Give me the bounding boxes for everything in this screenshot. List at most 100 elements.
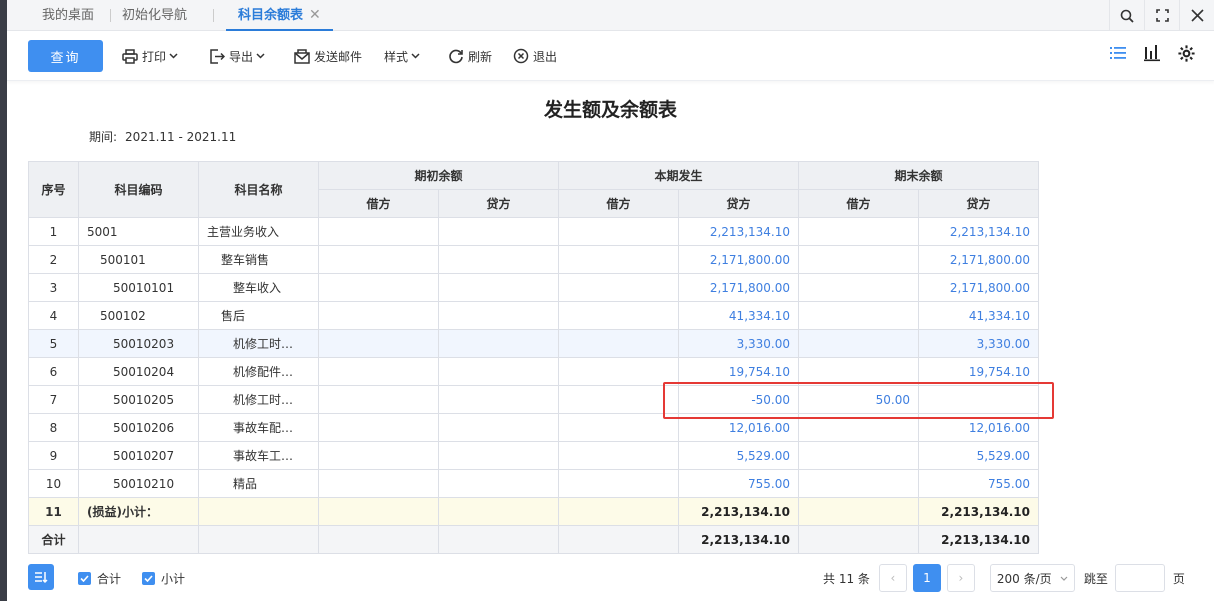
row-index: 6 (28, 357, 79, 386)
subtotal-index: 11 (28, 497, 79, 526)
table-row[interactable]: 5 50010203 机修工时… 3,330.00 3,330.00 (28, 329, 1039, 358)
closing-credit: 755.00 (918, 469, 1039, 498)
send-mail-label: 发送邮件 (314, 49, 363, 64)
account-name: 事故车配… (198, 413, 319, 442)
empty-cell (558, 497, 679, 526)
current-debit (558, 217, 679, 246)
tab-init-nav[interactable]: 初始化导航 (122, 0, 187, 31)
window-controls (1109, 0, 1214, 31)
current-credit: 2,171,800.00 (678, 273, 799, 302)
total-closing-credit: 2,213,134.10 (918, 525, 1039, 554)
opening-debit (318, 245, 439, 274)
fullscreen-icon[interactable] (1144, 0, 1179, 31)
refresh-label: 刷新 (468, 49, 493, 64)
table-row[interactable]: 1 5001 主营业务收入 2,213,134.10 2,213,134.10 (28, 217, 1039, 246)
current-debit (558, 413, 679, 442)
record-count: 共 11 条 (823, 571, 870, 586)
current-debit (558, 245, 679, 274)
closing-debit (798, 329, 919, 358)
current-credit: 41,334.10 (678, 301, 799, 330)
opening-credit (438, 217, 559, 246)
header-code: 科目编码 (78, 161, 199, 218)
subtotal-current-credit: 2,213,134.10 (678, 497, 799, 526)
header-current-credit: 贷方 (678, 189, 799, 218)
chevron-down-icon (256, 53, 265, 59)
table-row[interactable]: 9 50010207 事故车工… 5,529.00 5,529.00 (28, 441, 1039, 470)
subtotal-checkbox[interactable]: 小计 (142, 570, 185, 587)
closing-credit: 3,330.00 (918, 329, 1039, 358)
empty-cell (798, 525, 919, 554)
table-row[interactable]: 3 50010101 整车收入 2,171,800.00 2,171,800.00 (28, 273, 1039, 302)
close-window-icon[interactable] (1179, 0, 1214, 31)
export-icon (210, 48, 225, 64)
current-credit: 2,213,134.10 (678, 217, 799, 246)
empty-cell (318, 525, 439, 554)
account-name: 事故车工… (198, 441, 319, 470)
row-index: 1 (28, 217, 79, 246)
header-current-debit: 借方 (558, 189, 679, 218)
printer-icon (122, 48, 138, 64)
balance-table: 序号 科目编码 科目名称 期初余额 本期发生 期末余额 借方 贷方 借方 贷方 … (28, 161, 1039, 554)
empty-cell (318, 497, 439, 526)
checkbox-checked-icon (78, 572, 91, 585)
table-row[interactable]: 10 50010210 精品 755.00 755.00 (28, 469, 1039, 498)
print-label: 打印 (142, 49, 167, 64)
account-name: 主营业务收入 (198, 217, 319, 246)
page-size-value: 200 条/页 (996, 571, 1052, 586)
row-index: 4 (28, 301, 79, 330)
tab-account-balance[interactable]: 科目余额表 ✕ (226, 0, 333, 31)
next-page-button[interactable]: › (946, 564, 975, 592)
row-index: 8 (28, 413, 79, 442)
current-debit (558, 469, 679, 498)
opening-debit (318, 217, 439, 246)
pagination: 共 11 条 ‹ 1 › 200 条/页 跳至 页 (823, 564, 1185, 592)
account-code: 50010210 (78, 469, 199, 498)
closing-debit (798, 273, 919, 302)
send-mail-button[interactable]: 发送邮件 (294, 31, 362, 81)
total-checkbox[interactable]: 合计 (78, 570, 121, 587)
page-1-button[interactable]: 1 (912, 564, 941, 592)
list-view-icon[interactable] (1109, 44, 1127, 62)
tab-my-desktop[interactable]: 我的桌面 (42, 0, 94, 31)
prev-page-button[interactable]: ‹ (878, 564, 907, 592)
gear-icon[interactable] (1177, 44, 1196, 63)
bar-chart-icon[interactable] (1143, 44, 1161, 62)
empty-cell (198, 497, 319, 526)
current-debit (558, 301, 679, 330)
subtotal-label: (损益)小计： (78, 497, 199, 526)
close-tab-icon[interactable]: ✕ (309, 7, 321, 23)
account-code: 50010207 (78, 441, 199, 470)
period-label: 期间: (89, 130, 118, 144)
account-code: 50010204 (78, 357, 199, 386)
style-button[interactable]: 样式 (384, 31, 424, 81)
table-row[interactable]: 2 500101 整车销售 2,171,800.00 2,171,800.00 (28, 245, 1039, 274)
opening-credit (438, 441, 559, 470)
current-debit (558, 329, 679, 358)
table-row[interactable]: 4 500102 售后 41,334.10 41,334.10 (28, 301, 1039, 330)
page-size-select[interactable]: 200 条/页 (989, 564, 1075, 592)
current-debit (558, 441, 679, 470)
toolbar: 查询 打印 导出 发送邮件 样式 刷新 退出 (7, 31, 1214, 81)
goto-page-input[interactable] (1114, 564, 1165, 592)
row-index: 9 (28, 441, 79, 470)
print-button[interactable]: 打印 (122, 31, 182, 81)
refresh-button[interactable]: 刷新 (448, 31, 492, 81)
highlight-annotation-box (663, 382, 1054, 419)
export-label: 导出 (229, 49, 254, 64)
empty-cell (558, 525, 679, 554)
account-name: 整车销售 (198, 245, 319, 274)
tab-divider (110, 9, 111, 22)
goto-label: 跳至 (1083, 571, 1108, 586)
export-button[interactable]: 导出 (209, 31, 269, 81)
query-button[interactable]: 查询 (28, 40, 103, 72)
account-code: 5001 (78, 217, 199, 246)
opening-credit (438, 413, 559, 442)
exit-button[interactable]: 退出 (513, 31, 557, 81)
total-current-credit: 2,213,134.10 (678, 525, 799, 554)
account-name: 售后 (198, 301, 319, 330)
closing-debit (798, 469, 919, 498)
account-code: 50010101 (78, 273, 199, 302)
subtotal-checkbox-label: 小计 (161, 572, 186, 586)
search-icon[interactable] (1109, 0, 1144, 31)
column-settings-button[interactable] (28, 564, 54, 590)
